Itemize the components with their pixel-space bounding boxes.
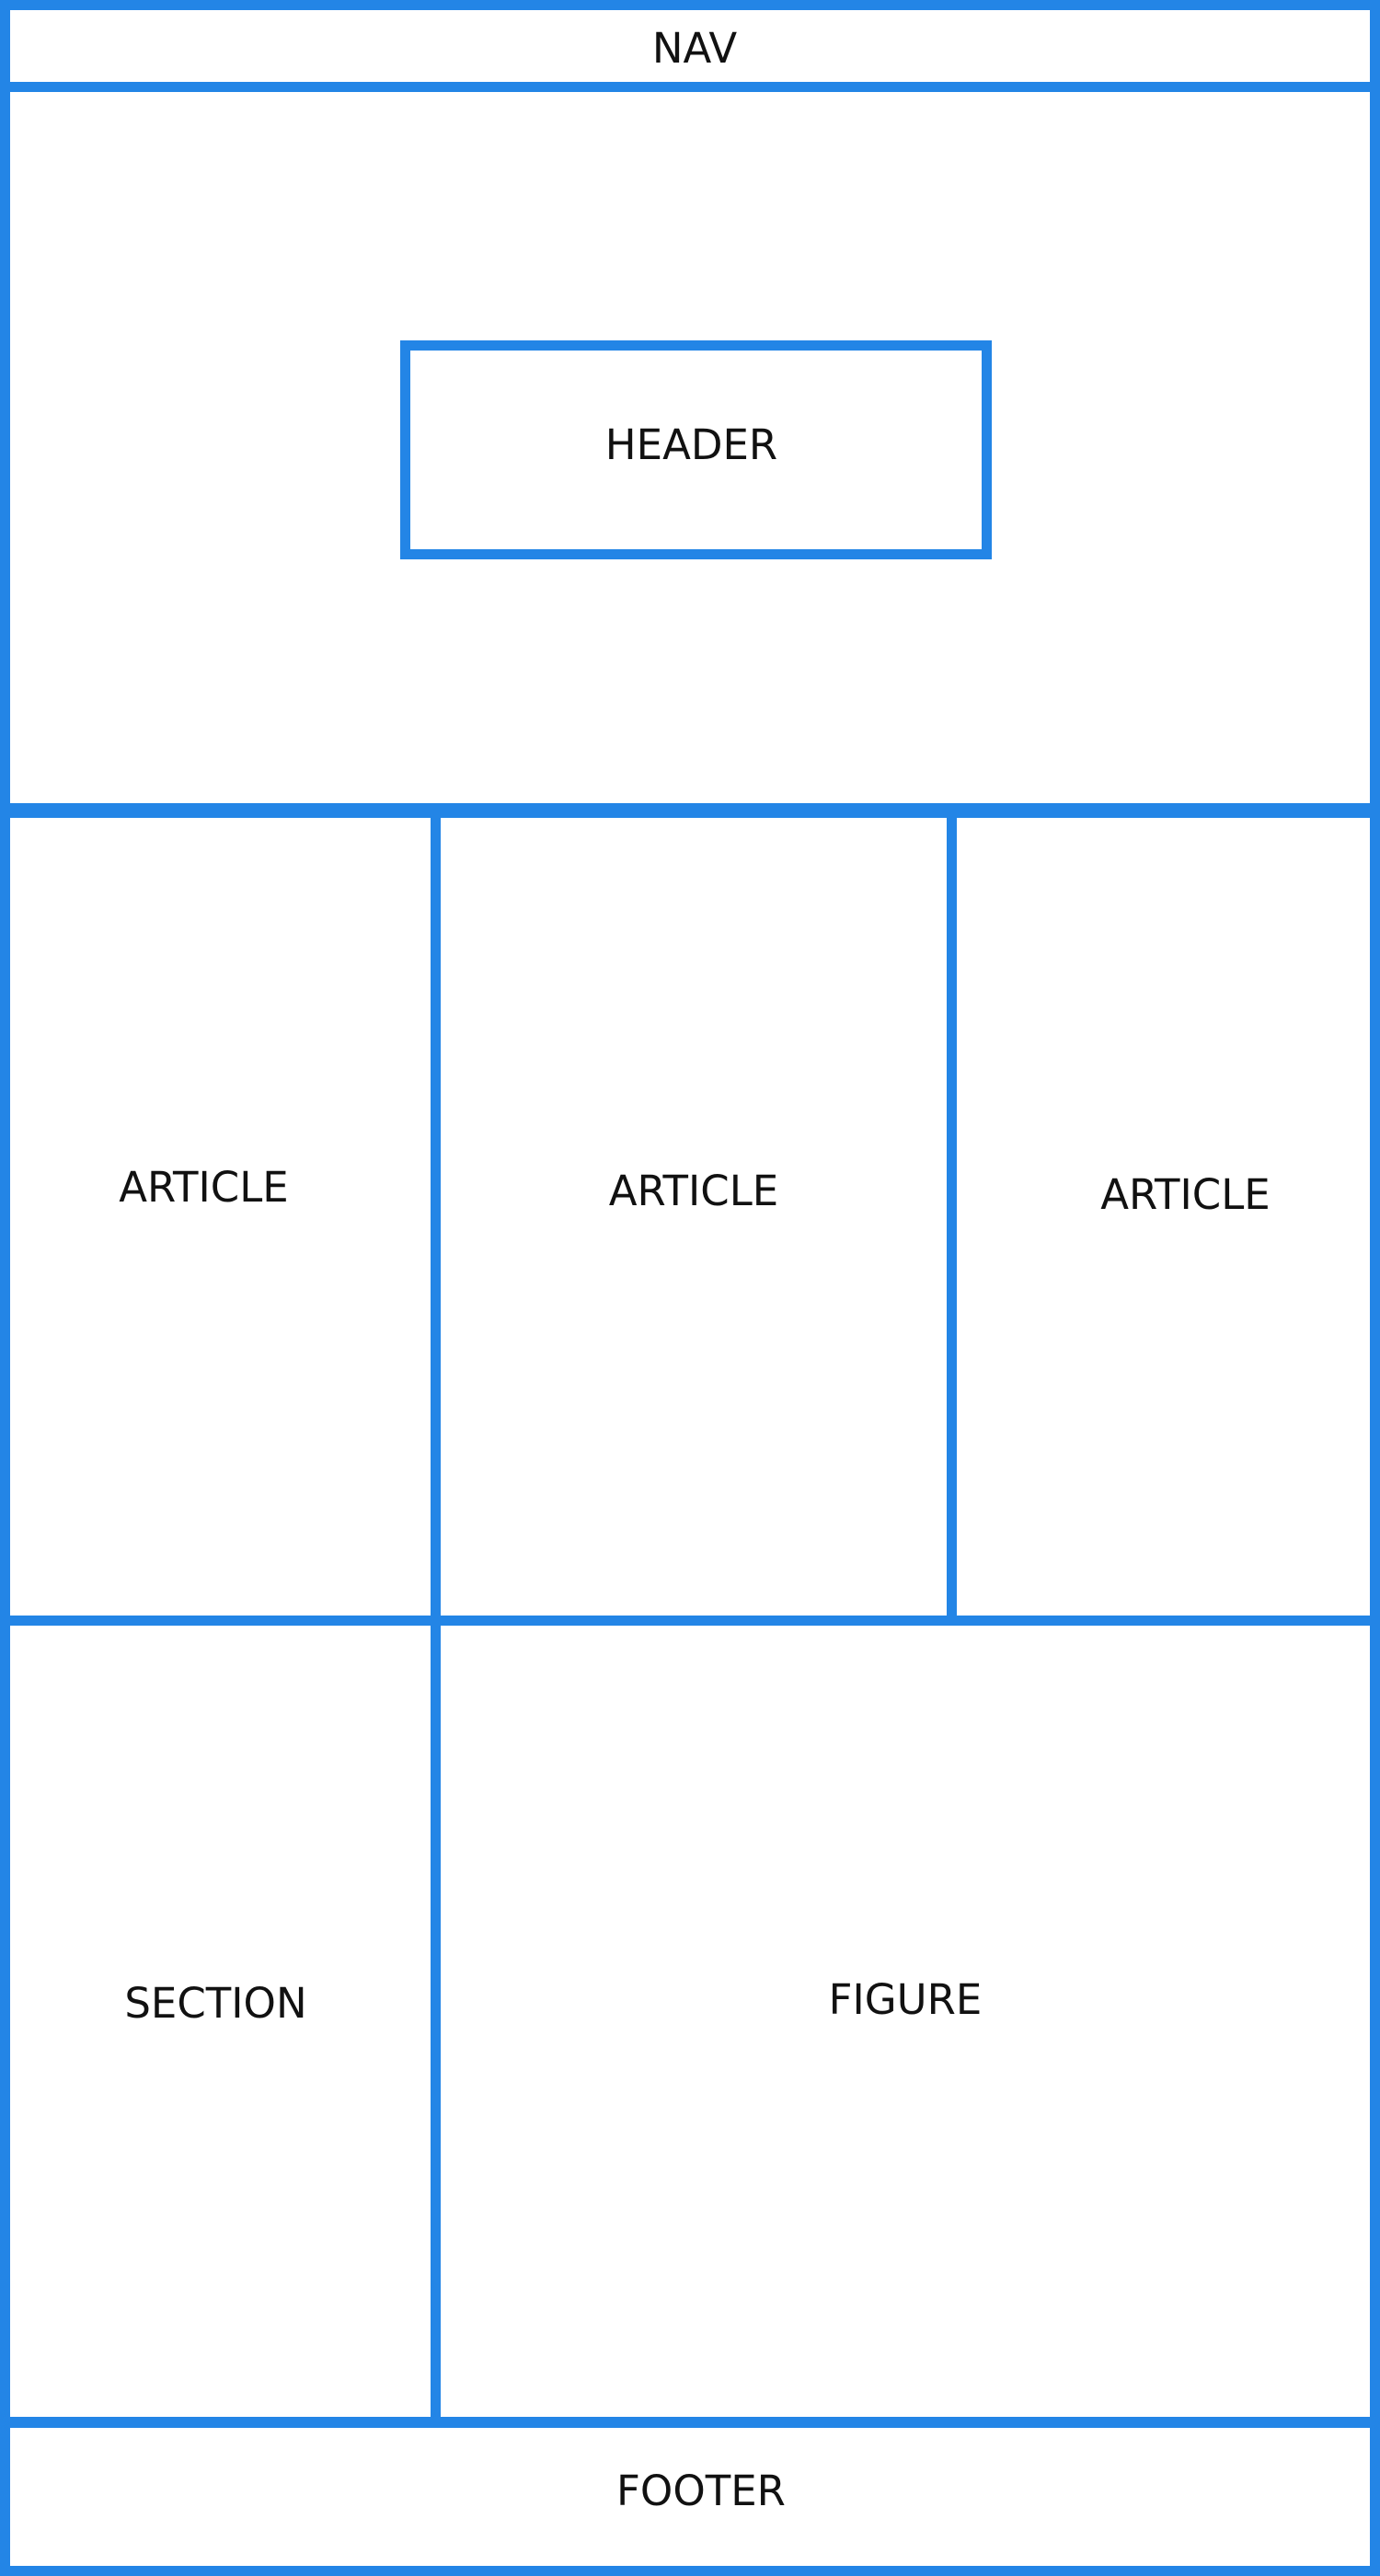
article-block-1: ARTICLE	[0, 803, 441, 1626]
figure-label: FIGURE	[828, 1975, 983, 2024]
article-label-3: ARTICLE	[1100, 1169, 1271, 1219]
article-label-1: ARTICLE	[119, 1162, 289, 1212]
section-label: SECTION	[124, 1979, 307, 2028]
article-block-3: ARTICLE	[947, 803, 1380, 1626]
section-block: SECTION	[0, 1616, 441, 2428]
header-block: HEADER	[400, 340, 992, 559]
nav-label: NAV	[651, 23, 738, 73]
header-label: HEADER	[604, 420, 778, 469]
footer-block: FOOTER	[0, 2417, 1380, 2576]
nav-block: NAV	[0, 0, 1380, 92]
footer-label: FOOTER	[616, 2467, 786, 2515]
article-label-2: ARTICLE	[608, 1166, 779, 1215]
article-block-2: ARTICLE	[431, 803, 957, 1626]
figure-block: FIGURE	[431, 1616, 1380, 2428]
